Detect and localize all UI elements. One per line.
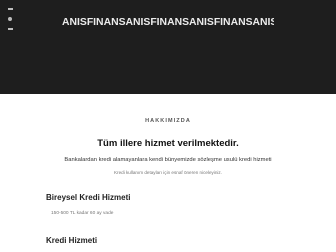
service-description: 150-500 TL kadar 60 ay vade [51, 211, 114, 216]
section-label: HAKKIMIZDA [145, 118, 191, 124]
menu-icon [7, 8, 13, 10]
section-sub-text: Kredi kullanım detayları için esnaf öner… [113, 170, 222, 175]
hero-header: ANISFINANSANISFINANSANISFINANSANISFINANS [0, 0, 336, 94]
section-headline: Tüm illere hizmet verilmektedir. [97, 138, 239, 149]
service-title: Kredi Hizmeti [46, 236, 98, 245]
section-lead-text: Bankalardan kredi alamayanlara kendi bün… [64, 157, 272, 163]
service-title: Bireysel Kredi Hizmeti [46, 193, 131, 202]
menu-button[interactable] [6, 8, 14, 30]
menu-dot [8, 17, 12, 21]
menu-bar [7, 28, 13, 30]
site-brand[interactable]: ANISFINANSANISFINANSANISFINANSANISFINANS [62, 17, 274, 29]
